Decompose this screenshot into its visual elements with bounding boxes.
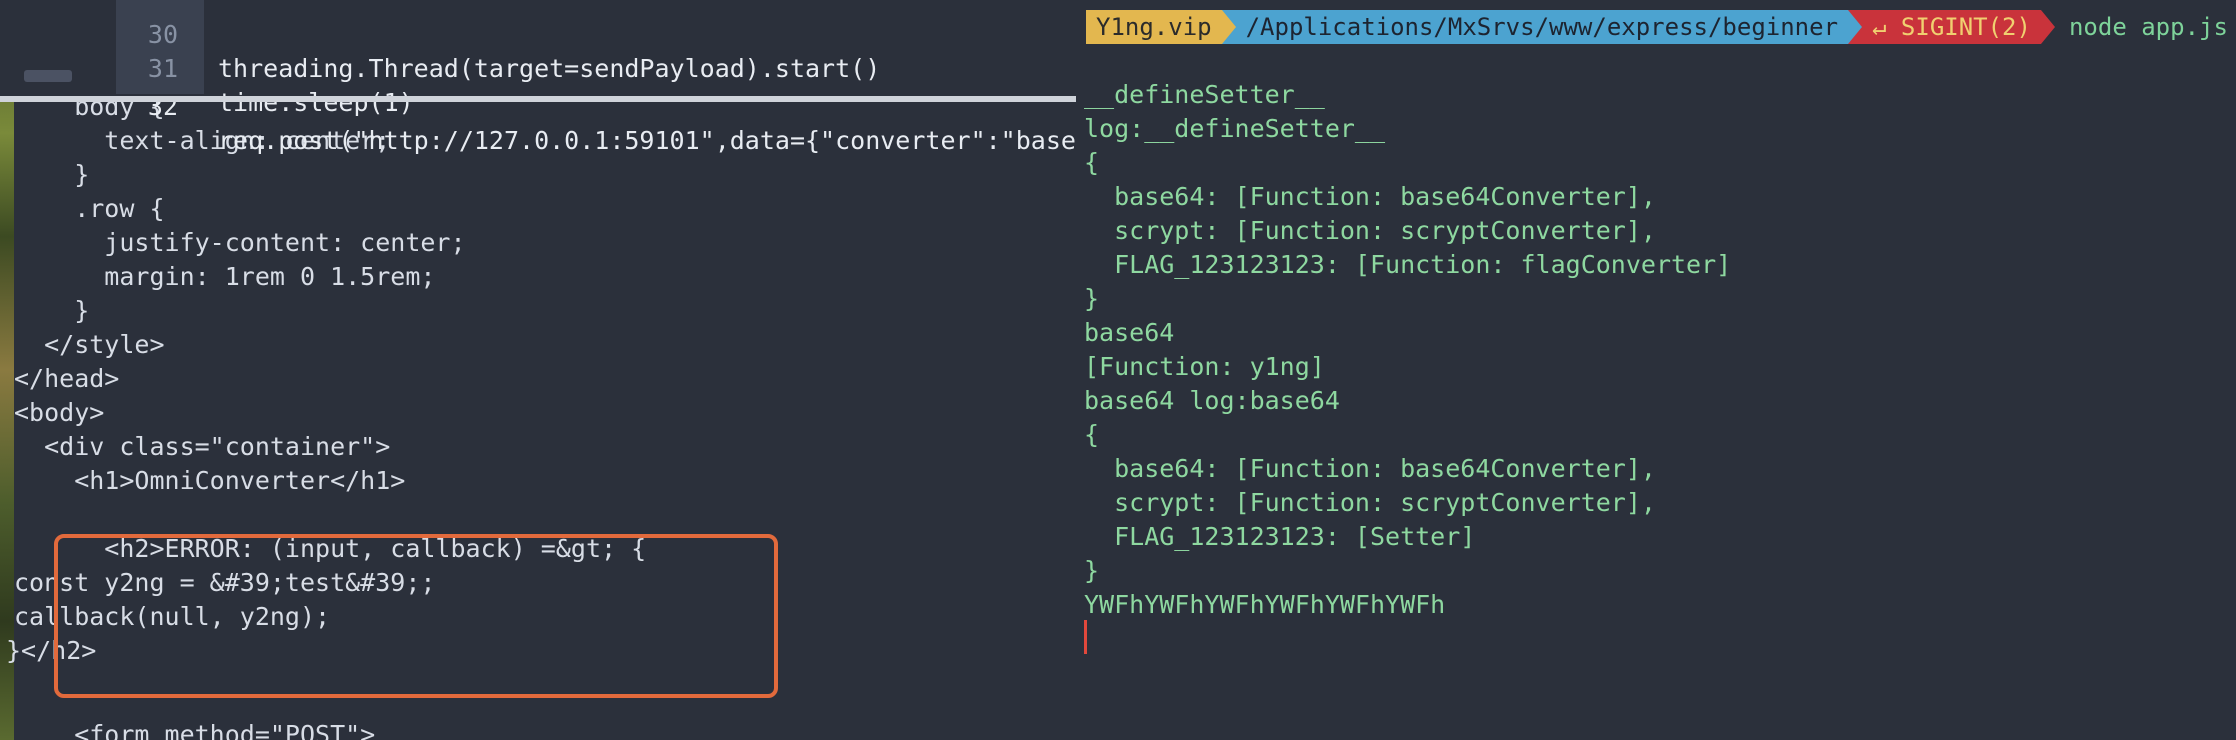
output-line: YWFhYWFhYWFhYWFhYWFhYWFh	[1084, 590, 1446, 619]
horizontal-scrollbar-thumb[interactable]	[24, 70, 72, 82]
output-line: log:__defineSetter__	[1084, 114, 1386, 143]
shell-prompt: Y1ng.vip /Applications/MxSrvs/www/expres…	[1086, 10, 2228, 44]
output-line: base64 log:base64	[1084, 386, 1340, 415]
prompt-signal-segment: ↵ SIGINT(2)	[1848, 10, 2041, 44]
output-line: }	[1084, 284, 1100, 313]
prompt-host-segment: Y1ng.vip	[1086, 10, 1222, 44]
terminal-cursor	[1084, 620, 1087, 654]
output-line: __defineSetter__	[1084, 80, 1325, 109]
output-line: }	[1084, 556, 1100, 585]
terminal-line: </head>	[14, 364, 120, 393]
terminal-line: </style>	[14, 330, 165, 359]
code-text: time.sleep(1)	[218, 88, 414, 117]
code-editor-overlay[interactable]: 30 threading.Thread(target=sendPayload).…	[0, 0, 1813, 155]
terminal-line: <form method="POST">	[14, 720, 376, 740]
output-line: base64: [Function: base64Converter],	[1084, 182, 1656, 211]
terminal-line: justify-content: center;	[14, 228, 466, 257]
prompt-separator-icon	[2040, 10, 2055, 44]
right-terminal-pane[interactable]: Y1ng.vip /Applications/MxSrvs/www/expres…	[1076, 0, 2236, 740]
output-line: base64: [Function: base64Converter],	[1084, 454, 1656, 483]
output-line: FLAG_123123123: [Setter]	[1084, 522, 1476, 551]
output-line: {	[1084, 420, 1100, 449]
terminal-line: <div class="container">	[14, 432, 391, 461]
terminal-line: margin: 1rem 0 1.5rem;	[14, 262, 436, 291]
code-line[interactable]: 30 threading.Thread(target=sendPayload).…	[0, 0, 1080, 83]
code-line[interactable]: 31 time.sleep(1)	[0, 18, 1080, 117]
terminal-line: <h1>OmniConverter</h1>	[14, 466, 406, 495]
terminal-line: }	[14, 296, 90, 325]
terminal-line: .row {	[14, 194, 165, 223]
terminal-line: <body>	[14, 398, 105, 427]
output-line: FLAG_123123123: [Function: flagConverter…	[1084, 250, 1732, 279]
output-line: {	[1084, 148, 1100, 177]
output-line: [Function: y1ng]	[1084, 352, 1325, 381]
output-line: scrypt: [Function: scryptConverter],	[1084, 488, 1656, 517]
prompt-separator-icon	[1848, 10, 1863, 44]
prompt-path-segment: /Applications/MxSrvs/www/express/beginne…	[1221, 10, 1849, 44]
error-highlight-box	[54, 534, 778, 698]
prompt-separator-icon	[1221, 10, 1236, 44]
output-line: base64	[1084, 318, 1175, 347]
prompt-command: node app.js	[2068, 13, 2228, 41]
output-line: scrypt: [Function: scryptConverter],	[1084, 216, 1656, 245]
